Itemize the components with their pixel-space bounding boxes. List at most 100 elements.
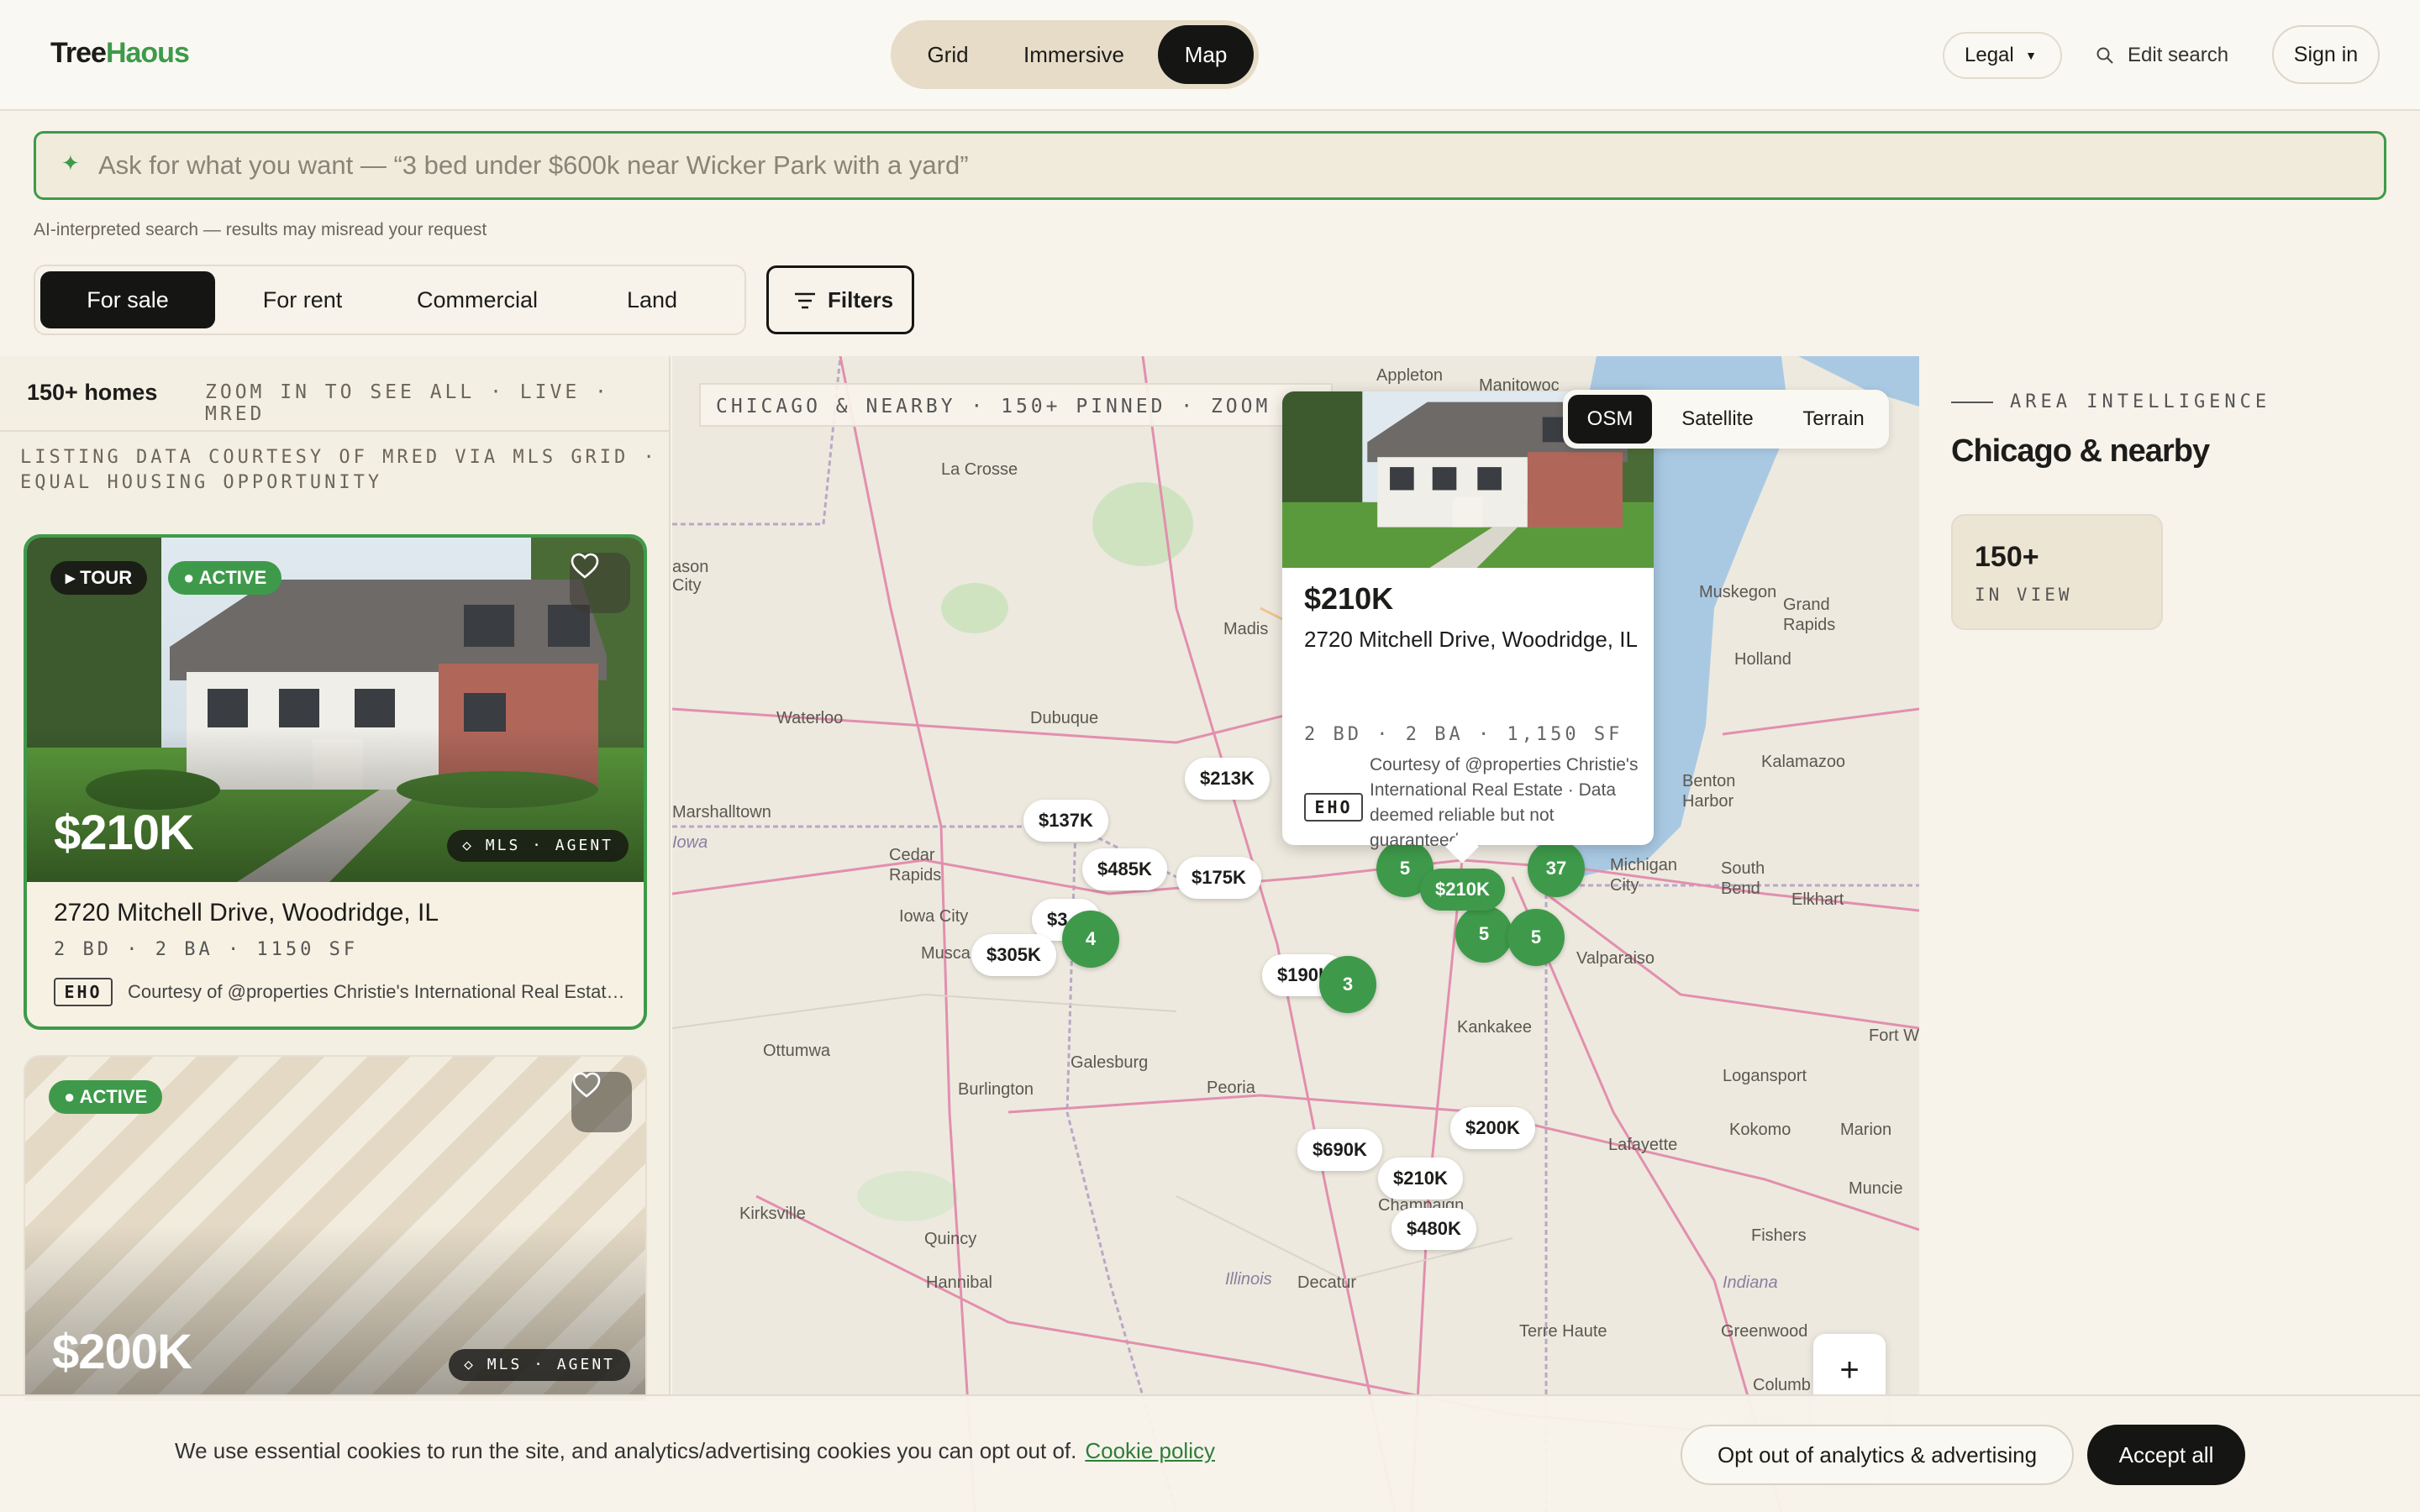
cluster-marker[interactable]: 4 [1062,911,1119,968]
listing-photo[interactable]: ▸ TOUR ● ACTIVE $210K ◇ MLS · AGENT [27,538,644,882]
cookie-text: We use essential cookies to run the site… [175,1438,1077,1463]
popup-price: $210K [1304,581,1394,616]
in-view-stat-card: 150+ IN VIEW [1951,514,2163,630]
legal-dropdown[interactable]: Legal ▼ [1943,32,2062,79]
tile-osm[interactable]: OSM [1568,395,1652,444]
city-label: Galesburg [1071,1053,1149,1072]
price-pin[interactable]: $175K [1176,857,1261,899]
eho-logo: EHO [54,978,113,1006]
city-label: Marion [1840,1121,1892,1139]
listing-photo-placeholder[interactable]: ● ACTIVE $200K ◇ MLS · AGENT [25,1057,645,1401]
listing-popup[interactable]: $210K 2720 Mitchell Drive, Woodridge, IL… [1282,391,1654,864]
selected-price-pin[interactable]: $210K [1420,869,1505,911]
edit-search-button[interactable]: Edit search [2096,32,2228,79]
listing-panel-meta: ZOOM IN TO SEE ALL · LIVE · MRED [205,381,610,425]
area-intelligence-label: AREA INTELLIGENCE [1951,391,2270,412]
state-label: Illinois [1225,1270,1272,1289]
city-label: Terre Haute [1519,1322,1607,1341]
accept-all-button[interactable]: Accept all [2087,1425,2245,1485]
listing-panel: 150+ homes ZOOM IN TO SEE ALL · LIVE · M… [0,356,671,1512]
cookie-message: We use essential cookies to run the site… [175,1438,1215,1464]
listing-panel-header: 150+ homes ZOOM IN TO SEE ALL · LIVE · M… [0,356,669,432]
popup-courtesy: Courtesy of @properties Christie's Inter… [1370,755,1639,850]
price-pin[interactable]: $690K [1297,1129,1382,1171]
cookie-policy-link[interactable]: Cookie policy [1085,1438,1215,1463]
homes-count: 150+ homes [27,380,158,405]
city-label: Burlington [958,1080,1034,1099]
tab-map[interactable]: Map [1158,25,1254,84]
listing-address: 2720 Mitchell Drive, Woodridge, IL [54,899,439,927]
listing-price: $200K [52,1325,192,1379]
tab-for-sale[interactable]: For sale [40,271,215,328]
filters-button[interactable]: Filters [766,265,914,334]
listing-card[interactable]: ▸ TOUR ● ACTIVE $210K ◇ MLS · AGENT 2720… [24,534,647,1030]
price-pin[interactable]: $200K [1450,1107,1535,1149]
opt-out-button[interactable]: Opt out of analytics & advertising [1681,1425,2074,1485]
city-label: Muncie [1849,1179,1903,1198]
city-label: Fishers [1751,1226,1807,1245]
legal-label: Legal [1965,44,2014,66]
city-label: Appleton [1376,366,1443,385]
city-label: Fort W [1869,1026,1919,1045]
city-label: Quincy [924,1230,977,1248]
ai-search-input[interactable] [98,147,2283,184]
sign-in-button[interactable]: Sign in [2272,25,2380,84]
tab-for-rent[interactable]: For rent [215,271,390,328]
listing-price: $210K [54,806,194,860]
city-label: Madis [1223,620,1269,638]
area-intelligence-text: AREA INTELLIGENCE [2010,391,2271,412]
in-view-label: IN VIEW [1975,585,2073,605]
price-pin[interactable]: $137K [1023,800,1108,842]
tour-badge[interactable]: ▸ TOUR [50,561,148,595]
tab-commercial[interactable]: Commercial [390,271,565,328]
listing-data-courtesy: LISTING DATA COURTESY OF MRED VIA MLS GR… [20,447,658,493]
tab-immersive[interactable]: Immersive [1005,25,1143,84]
logo-part-1: Tree [50,37,107,69]
map-banner: CHICAGO & NEARBY · 150+ PINNED · ZOOM IN [699,383,1333,427]
favorite-button[interactable] [571,1072,632,1132]
price-pin[interactable]: $485K [1082,848,1167,890]
popup-address: 2720 Mitchell Drive, Woodridge, IL [1304,627,1638,652]
top-header: TreeHaous Grid Immersive Map Legal ▼ Edit… [0,0,2420,111]
tile-satellite[interactable]: Satellite [1660,395,1775,444]
tab-land[interactable]: Land [565,271,739,328]
area-title: Chicago & nearby [1951,433,2210,469]
price-pin[interactable]: $305K [971,934,1056,976]
cluster-marker[interactable]: 3 [1319,956,1376,1013]
popup-specs: 2 BD · 2 BA · 1,150 SF [1304,724,1623,745]
state-label: Indiana [1723,1273,1778,1292]
caret-down-icon: ▼ [2025,49,2037,62]
price-pin[interactable]: $213K [1185,758,1270,800]
city-label: City [672,576,702,595]
city-label: Hannibal [926,1273,992,1292]
city-label: South Bend [1721,859,1765,898]
city-label: Peoria [1207,1079,1255,1097]
city-label: Marshalltown [672,803,771,822]
city-label: Iowa City [899,907,969,926]
city-label: La Crosse [941,460,1018,479]
mls-agent-tag: ◇ MLS · AGENT [447,830,629,862]
filter-icon [795,292,815,309]
price-pin[interactable]: $480K [1392,1208,1476,1250]
logo[interactable]: TreeHaous [50,37,190,70]
ai-search-note: AI-interpreted search — results may misr… [34,220,487,239]
cluster-marker[interactable]: 5 [1507,909,1565,966]
filters-label: Filters [828,287,894,312]
city-label: Grand Rapids [1783,596,1836,634]
city-label: Michigan City [1610,856,1678,895]
map-view[interactable]: Appleton Manitowoc La Crosse Madis Muske… [672,356,1919,1512]
city-label: Logansport [1723,1067,1807,1085]
city-label: Ottumwa [763,1042,831,1060]
ai-search-bar: ✦ [34,131,2386,200]
city-label: Holland [1734,650,1791,669]
area-intelligence-panel: AREA INTELLIGENCE Chicago & nearby 150+ … [1921,356,2420,1512]
edit-search-label: Edit search [2128,44,2229,66]
cluster-marker[interactable]: 5 [1455,906,1512,963]
price-pin[interactable]: $210K [1378,1158,1463,1200]
favorite-button[interactable] [570,553,630,613]
tab-grid[interactable]: Grid [896,25,1000,84]
label-rule [1951,402,1993,403]
listing-type-tabs: For sale For rent Commercial Land [34,265,746,335]
tile-terrain[interactable]: Terrain [1783,395,1884,444]
status-badge: ● ACTIVE [168,561,282,595]
